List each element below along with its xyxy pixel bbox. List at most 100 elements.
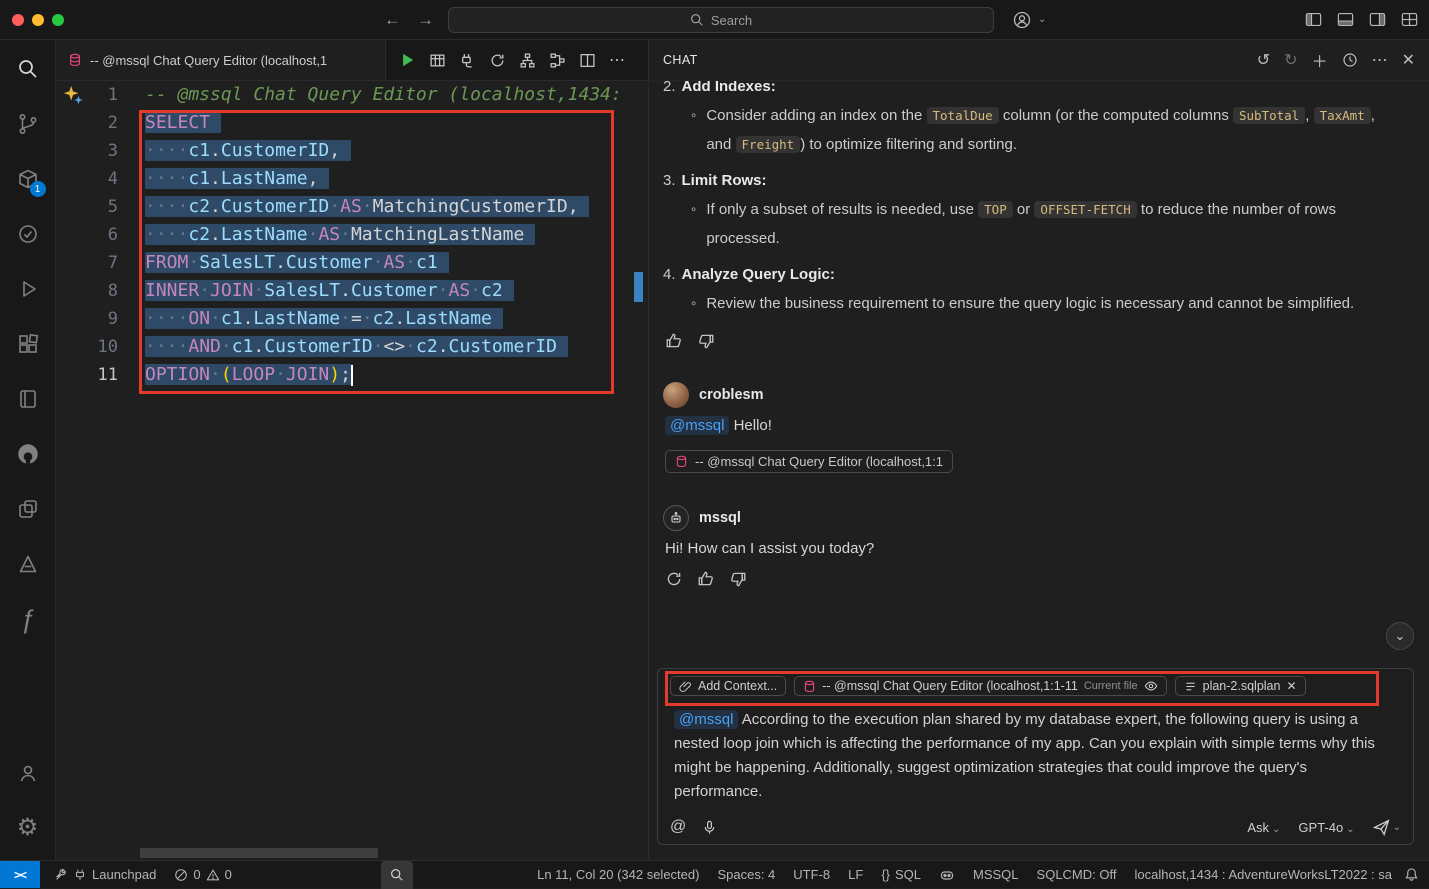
activity-accounts[interactable] bbox=[4, 747, 52, 799]
disconnect-plug-icon[interactable] bbox=[459, 52, 476, 69]
schema-compare-icon[interactable] bbox=[549, 52, 566, 69]
chat-more-icon[interactable]: ⋯ bbox=[1372, 50, 1388, 70]
list-number: 3. bbox=[663, 167, 676, 195]
activity-github[interactable] bbox=[4, 428, 52, 480]
activity-remote-explorer[interactable]: 1 bbox=[4, 153, 52, 205]
activity-notebooks[interactable] bbox=[4, 373, 52, 425]
mode-picker[interactable]: Ask⌄ bbox=[1247, 820, 1280, 835]
parse-tree-icon[interactable] bbox=[519, 52, 536, 69]
line-number: 5 bbox=[56, 193, 118, 221]
toggle-panel-icon[interactable] bbox=[1336, 10, 1355, 29]
code-line[interactable]: 8INNER·JOIN·SalesLT.Customer·AS·c2 bbox=[56, 277, 648, 305]
add-context-button[interactable]: Add Context... bbox=[670, 676, 786, 696]
activity-settings[interactable]: ⚙ bbox=[4, 802, 52, 854]
code-line[interactable]: 9····ON·c1.LastName·=·c2.LastName bbox=[56, 305, 648, 333]
activity-testing[interactable] bbox=[4, 208, 52, 260]
toggle-primary-sidebar-icon[interactable] bbox=[1304, 10, 1323, 29]
run-query-icon[interactable] bbox=[398, 51, 416, 69]
nav-back-icon[interactable]: ← bbox=[384, 10, 401, 30]
search-icon bbox=[690, 13, 704, 27]
chat-close-icon[interactable]: ✕ bbox=[1402, 50, 1415, 70]
command-center-search[interactable]: Search bbox=[448, 7, 994, 33]
code-line[interactable]: 4····c1.LastName, bbox=[56, 165, 648, 193]
launchpad-item[interactable]: Launchpad bbox=[48, 867, 162, 882]
thumbs-up-icon[interactable] bbox=[697, 570, 715, 588]
toggle-secondary-sidebar-icon[interactable] bbox=[1368, 10, 1387, 29]
new-chat-icon[interactable]: ＋ bbox=[1312, 48, 1328, 72]
copilot-status[interactable] bbox=[933, 867, 961, 883]
activity-copilot-edits[interactable] bbox=[4, 483, 52, 535]
maximize-window-button[interactable] bbox=[52, 14, 64, 26]
remote-indicator[interactable]: >< bbox=[0, 861, 40, 888]
code-line[interactable]: 5····c2.CustomerID·AS·MatchingCustomerID… bbox=[56, 193, 648, 221]
nav-forward-icon[interactable]: → bbox=[417, 10, 434, 30]
redo-request-icon[interactable]: ↻ bbox=[1284, 50, 1297, 70]
eye-icon[interactable] bbox=[1144, 679, 1158, 693]
thumbs-up-icon[interactable] bbox=[665, 332, 683, 350]
code-line[interactable]: 6····c2.LastName·AS·MatchingLastName bbox=[56, 221, 648, 249]
titlebar: ← → Search ⌄ bbox=[0, 0, 1429, 40]
chat-input[interactable]: @mssql According to the execution plan s… bbox=[658, 700, 1413, 804]
more-actions-icon[interactable]: ⋯ bbox=[609, 50, 625, 70]
activity-database-projects[interactable]: ƒ bbox=[4, 593, 52, 645]
context-chip-file[interactable]: -- @mssql Chat Query Editor (localhost,1… bbox=[794, 676, 1166, 696]
chat-history-icon[interactable] bbox=[1342, 52, 1358, 68]
code-editor[interactable]: 1-- @mssql Chat Query Editor (localhost,… bbox=[56, 81, 648, 860]
code-line[interactable]: 11OPTION·(LOOP·JOIN); bbox=[56, 361, 648, 389]
editor-toolbar: ⋯ bbox=[398, 40, 625, 80]
split-editor-icon[interactable] bbox=[579, 52, 596, 69]
indentation[interactable]: Spaces: 4 bbox=[711, 867, 781, 882]
undo-request-icon[interactable]: ↺ bbox=[1257, 50, 1270, 70]
scroll-to-bottom-button[interactable]: ⌄ bbox=[1386, 622, 1414, 650]
language-mode[interactable]: {}SQL bbox=[875, 867, 927, 882]
encoding[interactable]: UTF-8 bbox=[787, 867, 836, 882]
problems-item[interactable]: 0 0 bbox=[168, 867, 237, 882]
mssql-mention-chip[interactable]: @mssql bbox=[665, 416, 729, 435]
mic-icon[interactable] bbox=[702, 820, 717, 835]
line-number: 10 bbox=[56, 333, 118, 361]
thumbs-down-icon[interactable] bbox=[697, 332, 715, 350]
estimated-plan-icon[interactable] bbox=[489, 52, 506, 69]
search-placeholder: Search bbox=[711, 13, 752, 28]
account-menu[interactable]: ⌄ bbox=[1012, 10, 1046, 30]
activity-extensions[interactable] bbox=[4, 318, 52, 370]
mssql-status[interactable]: MSSQL bbox=[967, 867, 1025, 882]
code-line[interactable]: 7FROM·SalesLT.Customer·AS·c1 bbox=[56, 249, 648, 277]
code-line[interactable]: 2SELECT bbox=[56, 109, 648, 137]
line-number: 3 bbox=[56, 137, 118, 165]
activity-run-debug[interactable] bbox=[4, 263, 52, 315]
activity-azure[interactable] bbox=[4, 538, 52, 590]
status-bar: >< Launchpad 0 0 Ln 11, Col 20 (342 sele… bbox=[0, 860, 1429, 888]
remove-chip-icon[interactable]: ✕ bbox=[1286, 679, 1296, 693]
zoom-indicator[interactable] bbox=[381, 861, 413, 889]
customize-layout-icon[interactable] bbox=[1400, 10, 1419, 29]
context-chip-plan[interactable]: plan-2.sqlplan ✕ bbox=[1175, 676, 1306, 696]
mention-picker-icon[interactable]: @ bbox=[670, 818, 686, 836]
code-line[interactable]: 1-- @mssql Chat Query Editor (localhost,… bbox=[56, 81, 648, 109]
close-window-button[interactable] bbox=[12, 14, 24, 26]
activity-search[interactable] bbox=[4, 43, 52, 95]
chat-title: CHAT bbox=[663, 53, 698, 67]
thumbs-down-icon[interactable] bbox=[729, 570, 747, 588]
response-feedback bbox=[665, 332, 1415, 350]
activity-source-control[interactable] bbox=[4, 98, 52, 150]
code-line[interactable]: 3····c1.CustomerID, bbox=[56, 137, 648, 165]
send-button[interactable]: ⌄ bbox=[1373, 819, 1401, 836]
connection-status[interactable]: localhost,1434 : AdventureWorksLT2022 : … bbox=[1128, 867, 1398, 882]
model-picker[interactable]: GPT-4o⌄ bbox=[1298, 820, 1354, 835]
sqlcmd-status[interactable]: SQLCMD: Off bbox=[1031, 867, 1123, 882]
file-lines-icon bbox=[1184, 680, 1197, 693]
minimize-window-button[interactable] bbox=[32, 14, 44, 26]
overview-ruler[interactable] bbox=[633, 81, 645, 860]
attachment-pill[interactable]: -- @mssql Chat Query Editor (localhost,1… bbox=[665, 450, 953, 473]
chevron-down-icon: ⌄ bbox=[1272, 824, 1280, 835]
horizontal-scrollbar[interactable] bbox=[140, 848, 378, 858]
code-line[interactable]: 10····AND·c1.CustomerID·<>·c2.CustomerID bbox=[56, 333, 648, 361]
retry-icon[interactable] bbox=[665, 570, 683, 588]
eol[interactable]: LF bbox=[842, 867, 869, 882]
notifications-bell-icon[interactable] bbox=[1404, 867, 1419, 882]
editor-tab[interactable]: -- @mssql Chat Query Editor (localhost,1 bbox=[56, 40, 386, 80]
results-grid-icon[interactable] bbox=[429, 52, 446, 69]
mssql-avatar bbox=[663, 505, 689, 531]
cursor-position[interactable]: Ln 11, Col 20 (342 selected) bbox=[531, 867, 705, 882]
